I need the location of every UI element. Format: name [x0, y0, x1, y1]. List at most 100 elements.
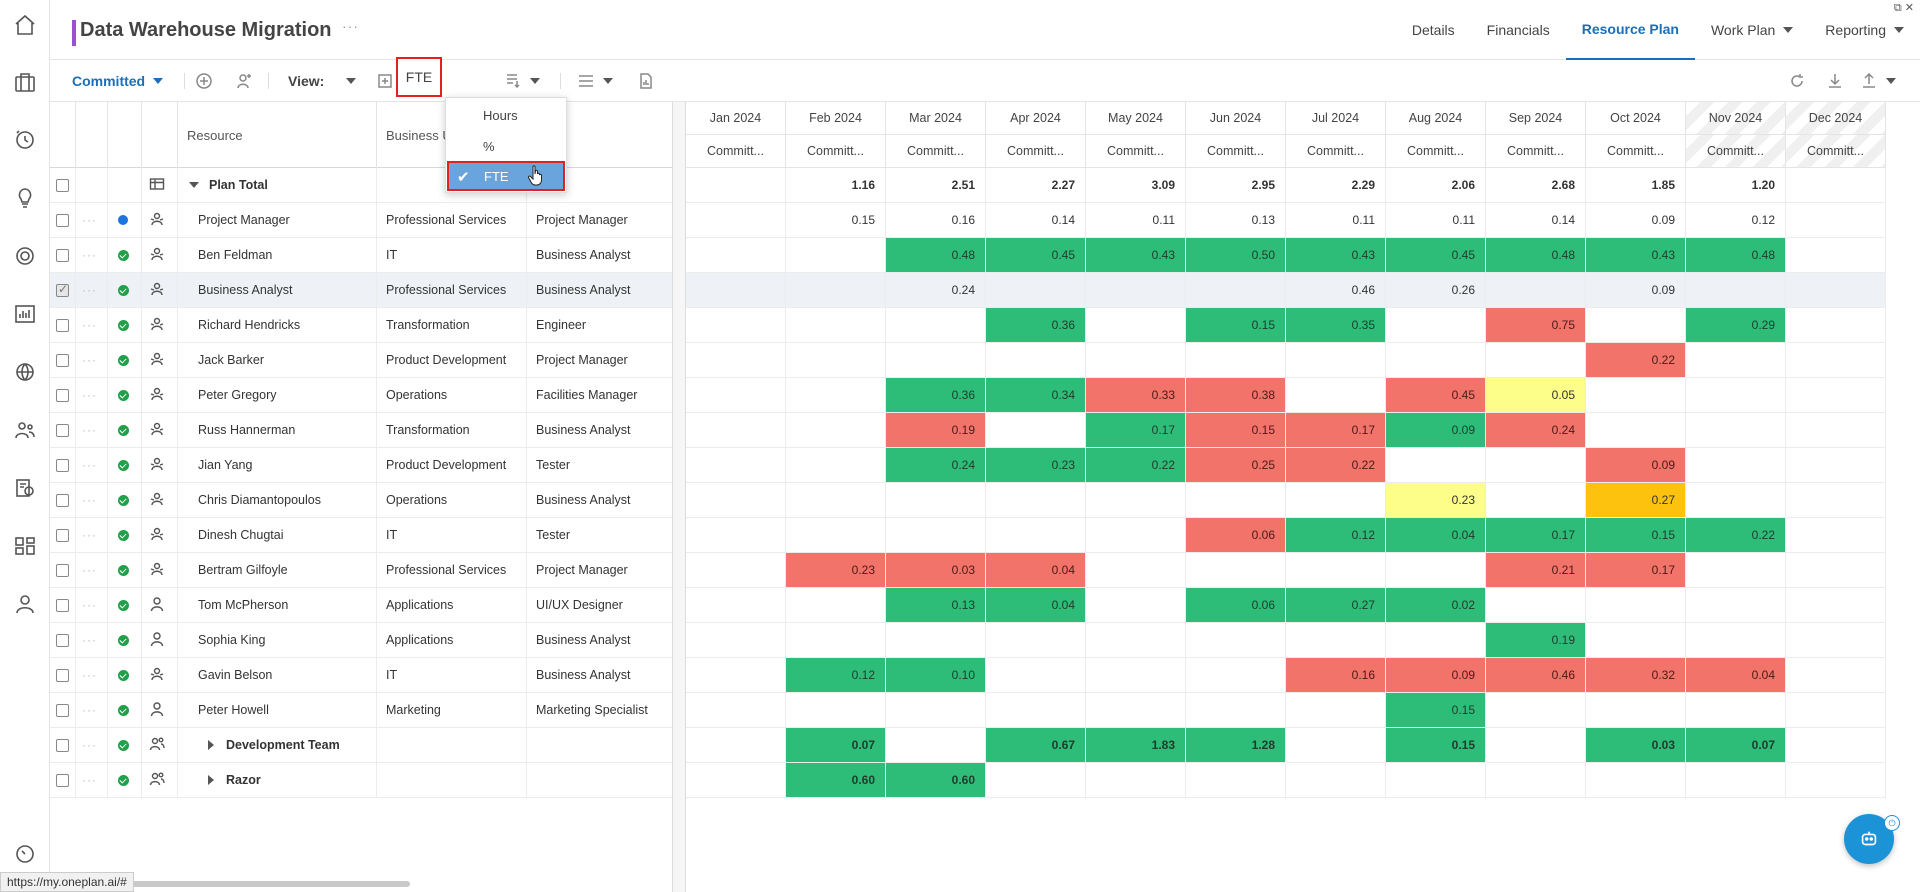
column-header-resource[interactable]: Resource	[178, 102, 377, 168]
fte-cell[interactable]	[1086, 553, 1186, 587]
fte-cell[interactable]: 0.15	[1186, 413, 1286, 447]
fte-cell[interactable]	[986, 623, 1086, 657]
fte-cell[interactable]: 0.14	[1486, 203, 1586, 237]
row-checkbox[interactable]	[56, 633, 69, 647]
row-checkbox[interactable]	[56, 353, 69, 367]
nav-tab-work-plan[interactable]: Work Plan	[1695, 0, 1809, 60]
fte-cell[interactable]	[1086, 693, 1186, 727]
business-unit-cell[interactable]: Operations	[377, 378, 527, 412]
fte-cell[interactable]	[1186, 763, 1286, 797]
unit-option-percent[interactable]: %	[446, 131, 566, 161]
fte-cell[interactable]	[886, 483, 986, 517]
fte-cell[interactable]	[1686, 763, 1786, 797]
row-checkbox[interactable]	[56, 773, 69, 787]
assign-user-icon[interactable]	[235, 68, 253, 94]
settings-icon[interactable]	[13, 842, 37, 866]
resource-row[interactable]: ··· Jack Barker Product Development Project…	[50, 343, 672, 378]
fte-cell[interactable]	[1686, 273, 1786, 307]
fte-cell[interactable]	[1686, 483, 1786, 517]
fte-cell[interactable]: 0.22	[1686, 518, 1786, 552]
fte-cell[interactable]: 0.15	[1386, 728, 1486, 762]
fte-cell[interactable]: 0.07	[1686, 728, 1786, 762]
fte-cell[interactable]	[986, 413, 1086, 447]
fte-cell[interactable]	[1586, 763, 1686, 797]
view-dropdown[interactable]: View:	[288, 68, 357, 94]
row-more-icon[interactable]: ···	[82, 528, 97, 542]
globe-icon[interactable]	[13, 360, 37, 384]
role-cell[interactable]: Business Analyst	[527, 483, 672, 517]
download-icon[interactable]	[1826, 68, 1844, 94]
resource-name-cell[interactable]: Sophia King	[178, 623, 377, 657]
month-subheader-committed[interactable]: Committ...	[1686, 135, 1786, 168]
fte-cell[interactable]	[1286, 763, 1386, 797]
row-more-icon[interactable]: ···	[82, 248, 97, 262]
fte-cell[interactable]	[1786, 273, 1886, 307]
fte-cell[interactable]: 1.20	[1686, 168, 1786, 202]
row-checkbox[interactable]	[56, 668, 69, 682]
resource-row[interactable]: ··· Razor	[50, 763, 672, 798]
fte-cell[interactable]: 0.67	[986, 728, 1086, 762]
fte-cell[interactable]	[686, 168, 786, 202]
role-cell[interactable]: Marketing Specialist	[527, 693, 672, 727]
nav-tab-details[interactable]: Details	[1396, 0, 1471, 60]
role-cell[interactable]: Project Manager	[527, 343, 672, 377]
resource-name-cell[interactable]: Plan Total	[178, 168, 377, 202]
refresh-icon[interactable]	[1788, 68, 1806, 94]
fte-cell[interactable]: 0.22	[1286, 448, 1386, 482]
resource-row[interactable]: ··· Peter Howell Marketing Marketing Specia…	[50, 693, 672, 728]
fte-cell[interactable]	[1386, 343, 1486, 377]
fte-cell[interactable]: 2.95	[1186, 168, 1286, 202]
fte-cell[interactable]: 0.17	[1486, 518, 1586, 552]
fte-cell[interactable]	[686, 763, 786, 797]
business-unit-cell[interactable]: Professional Services	[377, 553, 527, 587]
fte-cell[interactable]: 0.26	[1386, 273, 1486, 307]
fte-cell[interactable]	[786, 483, 886, 517]
fte-cell[interactable]	[1086, 308, 1186, 342]
fte-cell[interactable]: 0.04	[986, 588, 1086, 622]
fte-cell[interactable]	[1486, 693, 1586, 727]
fte-cell[interactable]	[1786, 308, 1886, 342]
fte-cell[interactable]	[686, 273, 786, 307]
fte-cell[interactable]	[786, 378, 886, 412]
fte-cell[interactable]	[1586, 378, 1686, 412]
month-subheader-committed[interactable]: Committ...	[1086, 135, 1186, 168]
resource-row[interactable]: ··· Development Team	[50, 728, 672, 763]
resource-name-cell[interactable]: Ben Feldman	[178, 238, 377, 272]
row-checkbox[interactable]	[56, 563, 69, 577]
fte-cell[interactable]: 0.60	[886, 763, 986, 797]
fte-cell[interactable]	[686, 308, 786, 342]
collapse-arrow-icon[interactable]	[189, 182, 199, 188]
expand-arrow-icon[interactable]	[208, 775, 214, 785]
fte-cell[interactable]	[786, 518, 886, 552]
row-checkbox[interactable]	[56, 178, 69, 192]
fte-cell[interactable]: 0.11	[1386, 203, 1486, 237]
fte-cell[interactable]: 1.85	[1586, 168, 1686, 202]
fte-cell[interactable]	[1786, 728, 1886, 762]
target-icon[interactable]	[13, 244, 37, 268]
fte-cell[interactable]: 0.09	[1586, 273, 1686, 307]
fte-cell[interactable]: 0.06	[1186, 518, 1286, 552]
row-checkbox[interactable]	[56, 423, 69, 437]
fte-cell[interactable]: 2.51	[886, 168, 986, 202]
row-checkbox[interactable]	[56, 213, 69, 227]
fte-cell[interactable]	[686, 518, 786, 552]
row-more-icon[interactable]: ···	[82, 668, 97, 682]
fte-cell[interactable]	[1586, 308, 1686, 342]
row-more-icon[interactable]: ···	[82, 388, 97, 402]
fte-cell[interactable]: 0.15	[1186, 308, 1286, 342]
row-more-icon[interactable]: ···	[82, 703, 97, 717]
fte-cell[interactable]: 0.60	[786, 763, 886, 797]
fte-cell[interactable]: 0.17	[1586, 553, 1686, 587]
unit-option-fte[interactable]: ✔ FTE	[447, 161, 565, 191]
briefcase-icon[interactable]	[13, 70, 37, 94]
fte-cell[interactable]	[686, 448, 786, 482]
fte-cell[interactable]	[1486, 763, 1586, 797]
fte-cell[interactable]	[1286, 728, 1386, 762]
row-more-icon[interactable]: ···	[82, 773, 97, 787]
finance-icon[interactable]	[13, 476, 37, 500]
fte-cell[interactable]	[1486, 273, 1586, 307]
fte-cell[interactable]: 0.11	[1286, 203, 1386, 237]
fte-cell[interactable]	[786, 273, 886, 307]
fte-cell[interactable]: 0.27	[1586, 483, 1686, 517]
fte-cell[interactable]	[886, 343, 986, 377]
